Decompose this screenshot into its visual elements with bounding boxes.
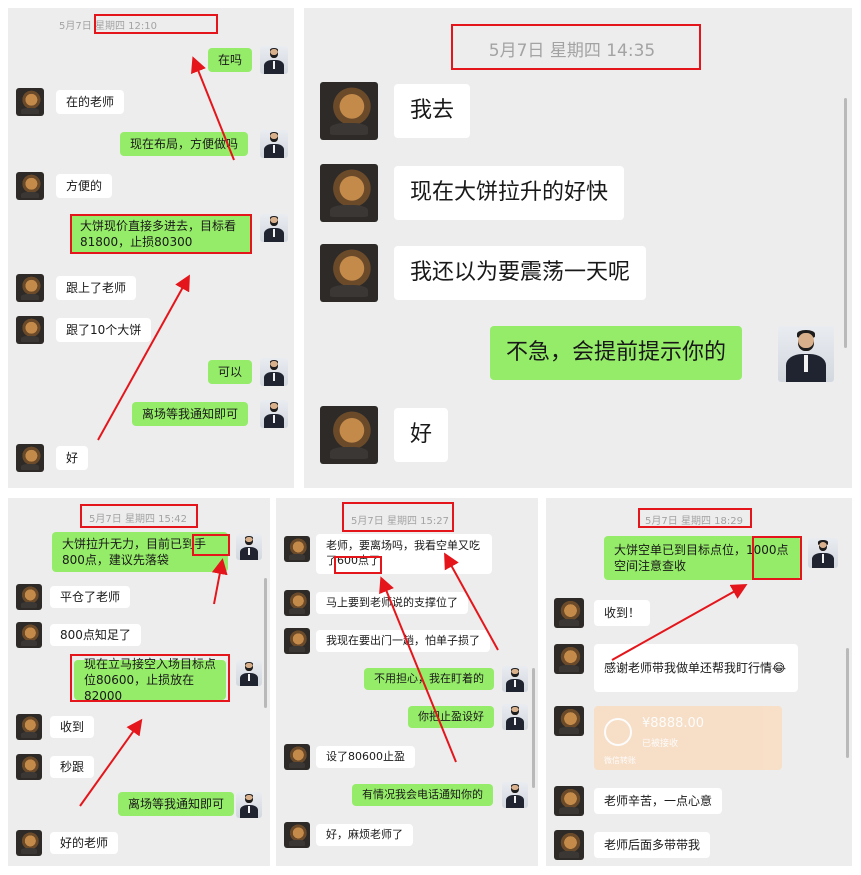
annotation-box-timestamp-p2 <box>451 24 701 70</box>
message-bubble[interactable]: 我去 <box>394 84 471 138</box>
message-bubble[interactable]: 收到！ <box>594 600 651 626</box>
message-bubble[interactable]: 马上要到老师说的支撑位了 <box>316 592 468 614</box>
message-bubble[interactable]: 设了80600止盈 <box>316 746 415 768</box>
avatar-self[interactable] <box>502 704 528 730</box>
message-bubble[interactable]: 有情况我会电话通知你的 <box>352 784 493 806</box>
avatar-contact[interactable] <box>16 274 44 302</box>
chat-panel-4: 5月7日 星期四 15:27 老师，要离场吗，我看空单又吃了600点了 马上要到… <box>276 498 538 866</box>
message-bubble[interactable]: 离场等我通知即可 <box>118 792 235 816</box>
message-bubble[interactable]: 好的老师 <box>50 832 119 854</box>
transfer-check-icon <box>604 718 632 746</box>
avatar-self[interactable] <box>260 46 288 74</box>
avatar-self[interactable] <box>260 214 288 242</box>
avatar-contact[interactable] <box>16 754 42 780</box>
annotation-box-1000 <box>752 536 802 580</box>
avatar-contact[interactable] <box>16 172 44 200</box>
avatar-self[interactable] <box>502 782 528 808</box>
avatar-contact[interactable] <box>284 536 310 562</box>
message-bubble[interactable]: 我现在要出门一趟，怕单子损了 <box>316 630 490 652</box>
avatar-contact[interactable] <box>320 82 378 140</box>
avatar-contact[interactable] <box>284 744 310 770</box>
message-bubble[interactable]: 平仓了老师 <box>50 586 131 608</box>
avatar-contact[interactable] <box>284 628 310 654</box>
avatar-self[interactable] <box>778 326 834 382</box>
message-bubble[interactable]: 秒跟 <box>50 756 95 778</box>
avatar-contact[interactable] <box>284 822 310 848</box>
message-bubble[interactable]: 好，麻烦老师了 <box>316 824 413 846</box>
transfer-status: 已被接收 <box>642 739 679 749</box>
avatar-self[interactable] <box>260 400 288 428</box>
annotation-box-timestamp-p1 <box>94 14 218 34</box>
avatar-self[interactable] <box>260 130 288 158</box>
message-bubble[interactable]: 老师辛苦，一点心意 <box>594 788 723 814</box>
message-bubble[interactable]: 现在布局，方便做吗 <box>120 132 249 156</box>
avatar-contact[interactable] <box>16 444 44 472</box>
message-bubble[interactable]: 收到 <box>50 716 95 738</box>
message-bubble[interactable]: 我还以为要震荡一天呢 <box>394 246 647 300</box>
message-bubble[interactable]: 好 <box>394 408 449 462</box>
message-bubble[interactable]: 感谢老师带我做单还帮我盯行情😂 <box>594 644 798 692</box>
message-bubble[interactable]: 不用担心，我在盯着的 <box>364 668 494 690</box>
avatar-self[interactable] <box>260 358 288 386</box>
message-bubble[interactable]: 可以 <box>208 360 253 384</box>
avatar-contact[interactable] <box>16 830 42 856</box>
annotation-box-short-entry <box>70 654 230 702</box>
avatar-contact[interactable] <box>320 164 378 222</box>
message-bubble[interactable]: 老师后面多带带我 <box>594 832 711 858</box>
message-bubble[interactable]: 在的老师 <box>56 90 125 114</box>
transfer-footer: 微信转账 <box>604 756 636 765</box>
avatar-self[interactable] <box>236 660 262 686</box>
annotation-box-600 <box>334 556 382 574</box>
message-bubble[interactable]: 你把止盈设好 <box>408 706 494 728</box>
avatar-contact[interactable] <box>554 706 584 736</box>
scrollbar[interactable] <box>844 98 847 348</box>
avatar-contact[interactable] <box>554 644 584 674</box>
message-bubble[interactable]: 方便的 <box>56 174 113 198</box>
avatar-contact[interactable] <box>284 590 310 616</box>
avatar-self[interactable] <box>236 534 262 560</box>
avatar-contact[interactable] <box>320 244 378 302</box>
avatar-contact[interactable] <box>16 88 44 116</box>
annotation-box-timestamp-p4 <box>342 502 454 532</box>
transfer-card[interactable]: ¥8888.00 已被接收 微信转账 <box>594 706 782 770</box>
avatar-self[interactable] <box>236 792 262 818</box>
scrollbar[interactable] <box>264 578 267 708</box>
message-bubble[interactable]: 800点知足了 <box>50 624 141 646</box>
avatar-self[interactable] <box>808 538 838 568</box>
message-bubble[interactable]: 现在大饼拉升的好快 <box>394 166 625 220</box>
avatar-contact[interactable] <box>320 406 378 464</box>
annotation-box-timestamp-p3 <box>80 504 198 528</box>
avatar-contact[interactable] <box>16 714 42 740</box>
transfer-amount: ¥8888.00 <box>642 716 705 731</box>
chat-panel-2: 5月7日 星期四 14:35 我去 现在大饼拉升的好快 我还以为要震荡一天呢 不… <box>304 8 852 488</box>
message-bubble[interactable]: 跟了10个大饼 <box>56 318 152 342</box>
avatar-contact[interactable] <box>16 316 44 344</box>
message-bubble[interactable]: 好 <box>56 446 89 470</box>
scrollbar[interactable] <box>532 668 535 788</box>
avatar-contact[interactable] <box>554 598 584 628</box>
scrollbar[interactable] <box>846 648 849 758</box>
message-bubble[interactable]: 不急，会提前提示你的 <box>490 326 743 380</box>
message-bubble[interactable]: 在吗 <box>208 48 253 72</box>
avatar-contact[interactable] <box>554 786 584 816</box>
annotation-box-800 <box>192 534 230 556</box>
avatar-self[interactable] <box>502 666 528 692</box>
avatar-contact[interactable] <box>16 622 42 648</box>
message-bubble[interactable]: 跟上了老师 <box>56 276 137 300</box>
annotation-box-target-p1 <box>70 214 252 254</box>
chat-panel-5: 5月7日 星期四 18:29 大饼空单已到目标点位，1000点空间注意查收 收到… <box>546 498 852 866</box>
message-bubble[interactable]: 离场等我通知即可 <box>132 402 249 426</box>
avatar-contact[interactable] <box>16 584 42 610</box>
annotation-box-timestamp-p5 <box>638 508 752 528</box>
avatar-contact[interactable] <box>554 830 584 860</box>
